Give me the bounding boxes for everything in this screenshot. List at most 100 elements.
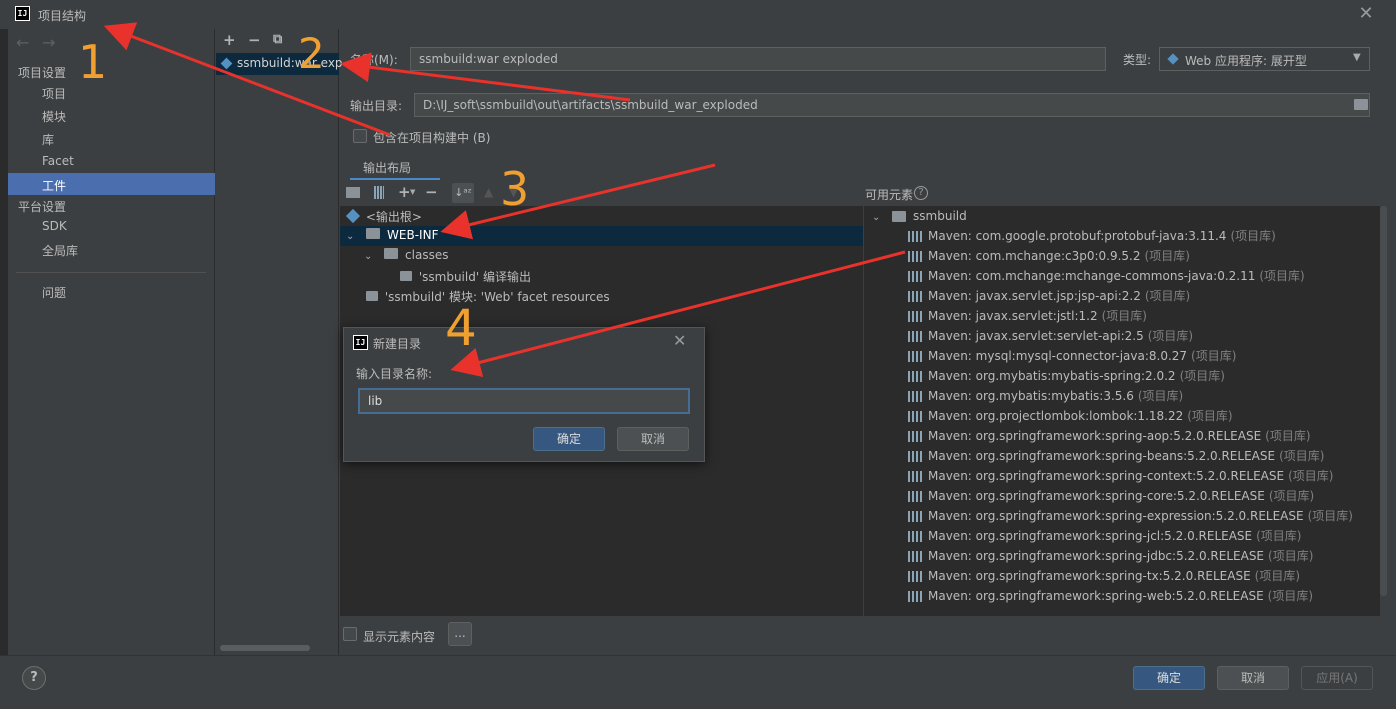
new-folder-icon[interactable] bbox=[346, 187, 360, 198]
nav-item-facets[interactable]: Facet bbox=[42, 154, 74, 168]
available-library-item[interactable]: Maven: com.mchange:mchange-commons-java:… bbox=[908, 266, 1305, 286]
tree-classes[interactable]: ⌄ classes bbox=[364, 248, 448, 262]
sort-icon[interactable]: ↓ᵃᶻ bbox=[452, 183, 474, 203]
expand-chevron-icon[interactable]: ⌄ bbox=[346, 231, 354, 242]
available-library-item[interactable]: Maven: org.springframework:spring-tx:5.2… bbox=[908, 566, 1300, 586]
dialog-title: 新建目录 bbox=[373, 337, 422, 351]
copy-artifact-button[interactable]: ⧉ bbox=[273, 32, 282, 47]
library-icon bbox=[908, 331, 922, 342]
tree-facet-resources[interactable]: 'ssmbuild' 模块: 'Web' facet resources bbox=[366, 288, 610, 305]
folder-icon bbox=[366, 228, 381, 239]
add-element-icon[interactable]: + bbox=[398, 183, 411, 201]
artifact-type-select[interactable]: Web 应用程序: 展开型 ▼ bbox=[1159, 47, 1370, 71]
nav-item-sdk[interactable]: SDK bbox=[42, 219, 67, 233]
available-library-item[interactable]: Maven: com.google.protobuf:protobuf-java… bbox=[908, 226, 1276, 246]
tree-webinf[interactable]: ⌄ WEB-INF bbox=[346, 228, 438, 242]
nav-item-libraries[interactable]: 库 bbox=[42, 131, 54, 148]
add-artifact-button[interactable]: + bbox=[223, 31, 236, 49]
folder-icon bbox=[384, 248, 399, 259]
available-library-item[interactable]: Maven: javax.servlet:servlet-api:2.5 (项目库… bbox=[908, 326, 1193, 346]
browse-folder-icon[interactable] bbox=[1354, 99, 1368, 110]
output-dir-label: 输出目录: bbox=[350, 99, 403, 113]
title-bar: IJ 项目结构 ✕ bbox=[0, 0, 1396, 29]
artifact-name-input[interactable]: ssmbuild:war exploded bbox=[410, 47, 1106, 71]
library-tag: (项目库) bbox=[1179, 369, 1225, 383]
available-library-item[interactable]: Maven: org.springframework:spring-jdbc:5… bbox=[908, 546, 1313, 566]
artifact-list-panel bbox=[216, 29, 339, 655]
library-name: Maven: org.springframework:spring-expres… bbox=[928, 509, 1304, 523]
available-library-item[interactable]: Maven: org.springframework:spring-contex… bbox=[908, 466, 1333, 486]
expand-chevron-icon[interactable]: ⌄ bbox=[872, 212, 880, 223]
available-library-item[interactable]: Maven: javax.servlet.jsp:jsp-api:2.2 (项目库… bbox=[908, 286, 1190, 306]
nav-item-global-libraries[interactable]: 全局库 bbox=[42, 242, 78, 259]
include-in-build-label: 包含在项目构建中 (B) bbox=[373, 131, 491, 145]
available-elements-scrollbar[interactable] bbox=[1380, 206, 1387, 596]
available-library-item[interactable]: Maven: org.mybatis:mybatis-spring:2.0.2(… bbox=[908, 366, 1225, 386]
nav-item-problems[interactable]: 问题 bbox=[42, 284, 66, 301]
available-library-item[interactable]: Maven: mysql:mysql-connector-java:8.0.27… bbox=[908, 346, 1236, 366]
library-icon bbox=[908, 571, 922, 582]
library-name: Maven: org.projectlombok:lombok:1.18.22 bbox=[928, 409, 1184, 423]
forward-arrow-icon[interactable]: → bbox=[42, 33, 55, 52]
nav-section-project-settings: 项目设置 bbox=[18, 66, 67, 80]
available-root[interactable]: ⌄ ssmbuild bbox=[872, 206, 967, 226]
available-library-item[interactable]: Maven: org.springframework:spring-core:5… bbox=[908, 486, 1314, 506]
move-up-icon[interactable]: ▲ bbox=[484, 185, 493, 199]
artifact-list-scrollbar[interactable] bbox=[220, 645, 310, 651]
library-name: Maven: com.mchange:c3p0:0.9.5.2 bbox=[928, 249, 1141, 263]
tree-output-root[interactable]: <输出根> bbox=[345, 208, 422, 225]
cancel-button[interactable]: 取消 bbox=[1217, 666, 1289, 690]
library-icon bbox=[908, 291, 922, 302]
dialog-close-icon[interactable]: ✕ bbox=[673, 331, 686, 350]
archive-icon[interactable] bbox=[374, 186, 384, 199]
available-elements-tree: ⌄ ssmbuild Maven: com.google.protobuf:pr… bbox=[864, 206, 1380, 616]
available-library-item[interactable]: Maven: org.springframework:spring-expres… bbox=[908, 506, 1353, 526]
intellij-logo-icon: IJ bbox=[353, 335, 368, 350]
help-button[interactable]: ? bbox=[22, 666, 46, 690]
library-tag: (项目库) bbox=[1259, 269, 1305, 283]
nav-item-modules[interactable]: 模块 bbox=[42, 108, 66, 125]
close-icon[interactable]: ✕ bbox=[1356, 4, 1376, 24]
output-dir-input[interactable]: D:\IJ_soft\ssmbuild\out\artifacts\ssmbui… bbox=[414, 93, 1370, 117]
back-arrow-icon[interactable]: ← bbox=[16, 33, 29, 52]
web-app-icon bbox=[1167, 53, 1179, 65]
move-down-icon[interactable]: ▼ bbox=[509, 185, 518, 199]
dialog-ok-button[interactable]: 确定 bbox=[533, 427, 605, 451]
show-content-checkbox[interactable] bbox=[343, 627, 357, 641]
apply-button[interactable]: 应用(A) bbox=[1301, 666, 1373, 690]
tab-output-layout[interactable]: 输出布局 bbox=[363, 159, 411, 176]
available-library-item[interactable]: Maven: org.springframework:spring-beans:… bbox=[908, 446, 1324, 466]
ok-button[interactable]: 确定 bbox=[1133, 666, 1205, 690]
available-library-item[interactable]: Maven: org.mybatis:mybatis:3.5.6 (项目库) bbox=[908, 386, 1183, 406]
type-label: 类型: bbox=[1123, 53, 1152, 67]
directory-name-input[interactable]: lib bbox=[358, 388, 690, 414]
library-icon bbox=[908, 411, 922, 422]
library-tag: (项目库) bbox=[1254, 569, 1301, 583]
library-icon bbox=[908, 371, 922, 382]
available-library-item[interactable]: Maven: com.mchange:c3p0:0.9.5.2 (项目库) bbox=[908, 246, 1190, 266]
more-options-button[interactable]: ... bbox=[448, 622, 472, 646]
available-library-item[interactable]: Maven: javax.servlet:jstl:1.2 (项目库) bbox=[908, 306, 1147, 326]
library-tag: (项目库) bbox=[1268, 489, 1315, 503]
tab-underline bbox=[350, 178, 440, 180]
nav-item-artifacts[interactable]: 工件 bbox=[42, 177, 66, 194]
library-tag: (项目库) bbox=[1268, 549, 1314, 563]
available-library-item[interactable]: Maven: org.springframework:spring-jcl:5.… bbox=[908, 526, 1302, 546]
remove-element-icon[interactable]: − bbox=[425, 183, 438, 201]
dialog-cancel-button[interactable]: 取消 bbox=[617, 427, 689, 451]
available-library-item[interactable]: Maven: org.springframework:spring-aop:5.… bbox=[908, 426, 1311, 446]
tree-compile-output[interactable]: 'ssmbuild' 编译输出 bbox=[400, 268, 531, 285]
include-in-build-checkbox[interactable] bbox=[353, 129, 367, 143]
artifact-type-value: Web 应用程序: 展开型 bbox=[1185, 54, 1307, 68]
expand-chevron-icon[interactable]: ⌄ bbox=[364, 251, 372, 262]
nav-selection-highlight bbox=[8, 173, 215, 195]
help-circle-icon[interactable]: ? bbox=[914, 186, 928, 200]
name-label: 名称(M): bbox=[350, 53, 398, 67]
artifact-item[interactable]: ssmbuild:war exp bbox=[237, 56, 343, 70]
available-library-item[interactable]: Maven: org.springframework:spring-web:5.… bbox=[908, 586, 1313, 606]
available-library-item[interactable]: Maven: org.projectlombok:lombok:1.18.22(… bbox=[908, 406, 1233, 426]
nav-item-project[interactable]: 项目 bbox=[42, 85, 66, 102]
remove-artifact-button[interactable]: − bbox=[248, 31, 261, 49]
output-root-icon bbox=[345, 208, 361, 224]
library-name: Maven: org.springframework:spring-aop:5.… bbox=[928, 429, 1262, 443]
